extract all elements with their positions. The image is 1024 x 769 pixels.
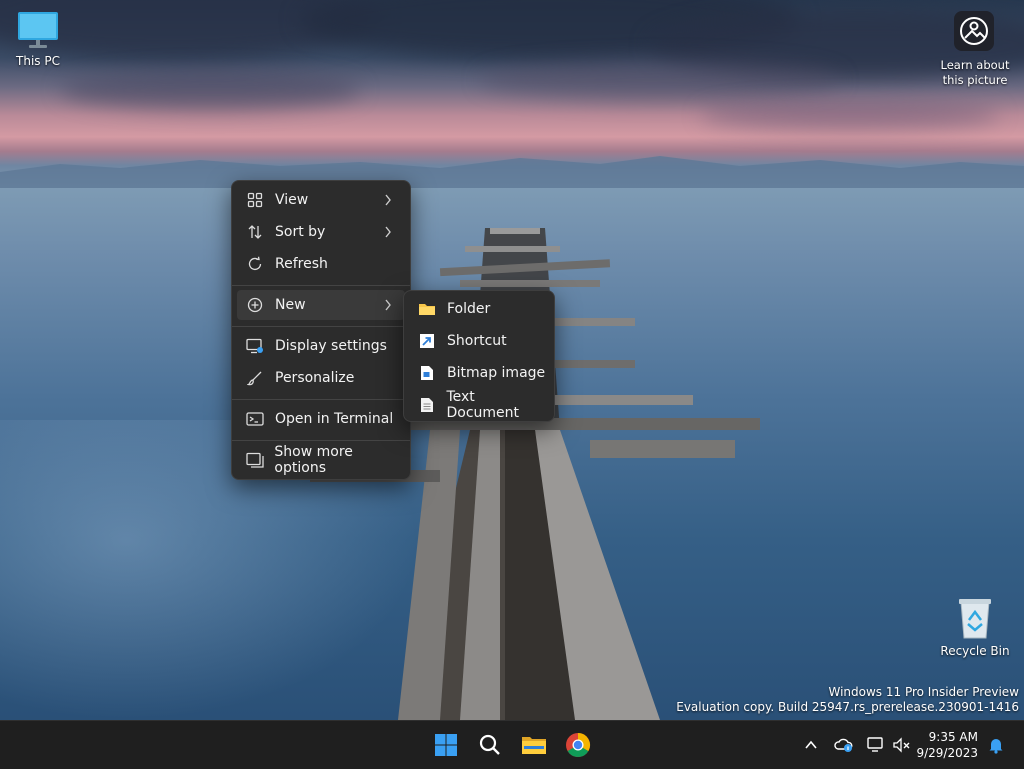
menu-item-refresh[interactable]: Refresh [237, 249, 405, 279]
menu-item-sort-by[interactable]: Sort by [237, 217, 405, 247]
clock-date: 9/29/2023 [916, 746, 978, 760]
clock-time: 9:35 AM [928, 730, 978, 744]
learn-about-picture-label[interactable]: Learn about this picture [934, 58, 1016, 88]
menu-separator [232, 399, 410, 400]
submenu-item-label: Text Document [446, 389, 519, 421]
network-tray-button[interactable] [862, 729, 890, 761]
file-explorer-icon [522, 737, 546, 754]
menu-separator [232, 285, 410, 286]
this-pc-label: This PC [16, 54, 60, 68]
chevron-right-icon [383, 224, 393, 244]
menu-item-personalize[interactable]: Personalize [237, 363, 405, 393]
menu-item-label: Sort by [275, 224, 326, 240]
submenu-item-text-document[interactable]: Text Document [409, 389, 549, 421]
submenu-item-label: Bitmap image [447, 365, 546, 381]
network-icon [867, 737, 883, 752]
onedrive-tray-button[interactable] [830, 729, 858, 761]
windows-logo-icon [435, 734, 457, 756]
terminal-icon [245, 409, 265, 429]
search-icon [479, 734, 500, 755]
menu-item-label: Display settings [275, 338, 387, 354]
taskbar: 9:35 AM 9/29/2023 [0, 720, 1024, 769]
file-explorer-button[interactable] [518, 729, 550, 761]
folder-icon [417, 299, 437, 319]
monitor-icon [18, 12, 58, 48]
submenu-item-bitmap-image[interactable]: Bitmap image [409, 358, 549, 388]
menu-item-new[interactable]: New [237, 290, 405, 320]
desktop-context-menu: View Sort by Refresh New Display setting… [231, 180, 411, 480]
chevron-up-icon [805, 740, 817, 749]
chrome-icon [566, 733, 591, 758]
brush-icon [245, 368, 265, 388]
submenu-item-shortcut[interactable]: Shortcut [409, 326, 549, 356]
chrome-button[interactable] [562, 729, 594, 761]
this-pc-desktop-icon[interactable]: This PC [0, 10, 76, 68]
recycle-bin-label: Recycle Bin [940, 644, 1010, 658]
show-hidden-icons-button[interactable] [797, 729, 825, 761]
submenu-item-label: Shortcut [447, 333, 507, 349]
shortcut-icon [417, 331, 437, 351]
submenu-item-label: Folder [447, 301, 491, 317]
learn-line2: this picture [942, 73, 1008, 87]
menu-separator [232, 440, 410, 441]
sort-icon [245, 222, 265, 242]
volume-tray-button[interactable] [888, 729, 916, 761]
build-watermark: Windows 11 Pro Insider Preview Evaluatio… [676, 685, 1019, 715]
menu-item-label: Personalize [275, 370, 355, 386]
chevron-right-icon [383, 192, 393, 212]
menu-item-label: Open in Terminal [275, 411, 394, 427]
new-submenu: Folder Shortcut Bitmap image Text Docume… [403, 290, 555, 422]
view-grid-icon [245, 190, 265, 210]
menu-item-label: View [275, 192, 309, 208]
menu-item-open-in-terminal[interactable]: Open in Terminal [237, 404, 405, 434]
menu-item-show-more-options[interactable]: Show more options [237, 444, 405, 476]
learn-about-picture-button[interactable] [954, 11, 994, 51]
start-button[interactable] [430, 729, 462, 761]
submenu-item-folder[interactable]: Folder [409, 294, 549, 324]
menu-item-label: Show more options [274, 444, 353, 476]
taskbar-clock[interactable]: 9:35 AM 9/29/2023 [916, 729, 978, 761]
learn-line1: Learn about [940, 58, 1010, 72]
camera-location-icon [960, 17, 988, 45]
menu-item-view[interactable]: View [237, 185, 405, 215]
refresh-icon [245, 254, 265, 274]
watermark-line2: Evaluation copy. Build 25947.rs_prerelea… [676, 700, 1019, 714]
menu-separator [232, 326, 410, 327]
menu-item-display-settings[interactable]: Display settings [237, 331, 405, 361]
new-plus-icon [245, 295, 265, 315]
display-icon [245, 336, 265, 356]
more-options-icon [245, 450, 264, 470]
text-document-icon [417, 395, 436, 415]
search-button[interactable] [474, 729, 506, 761]
recycle-bin-icon [959, 599, 991, 639]
volume-muted-icon [893, 737, 910, 753]
cloud-info-icon [834, 738, 853, 752]
watermark-line1: Windows 11 Pro Insider Preview [828, 685, 1019, 699]
recycle-bin-desktop-icon[interactable]: Recycle Bin [937, 596, 1013, 658]
menu-item-label: Refresh [275, 256, 328, 272]
bitmap-icon [417, 363, 437, 383]
notifications-button[interactable] [984, 729, 1008, 761]
chevron-right-icon [383, 297, 393, 317]
bell-icon [989, 739, 1003, 754]
menu-item-label: New [275, 297, 306, 313]
